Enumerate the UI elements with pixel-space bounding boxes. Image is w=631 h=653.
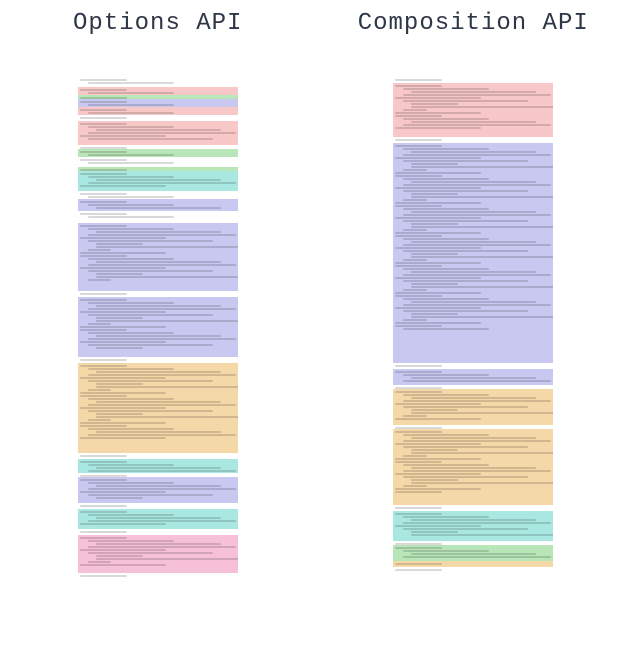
code-block <box>78 211 238 223</box>
options-api-column: Options API <box>0 10 316 643</box>
options-code-stack <box>78 77 238 577</box>
code-block <box>393 369 553 385</box>
code-block <box>78 107 238 115</box>
code-block <box>393 511 553 541</box>
code-block <box>78 573 238 577</box>
code-block <box>78 363 238 453</box>
options-title: Options API <box>73 10 242 37</box>
code-block <box>393 545 553 561</box>
code-block <box>78 459 238 473</box>
code-block <box>393 567 553 571</box>
code-block <box>78 121 238 145</box>
code-block <box>78 149 238 157</box>
code-block <box>78 477 238 503</box>
code-block <box>78 199 238 211</box>
code-block <box>78 77 238 87</box>
composition-title: Composition API <box>358 10 589 37</box>
code-block <box>78 297 238 357</box>
code-block <box>393 389 553 425</box>
code-block <box>78 157 238 167</box>
code-block <box>78 99 238 107</box>
code-block <box>78 535 238 573</box>
code-block <box>78 509 238 529</box>
code-block <box>78 191 238 199</box>
code-block <box>78 223 238 291</box>
code-block <box>78 87 238 95</box>
code-block <box>78 171 238 191</box>
code-block <box>393 83 553 137</box>
code-block <box>393 143 553 363</box>
composition-code-stack <box>393 77 553 571</box>
composition-api-column: Composition API <box>316 10 631 643</box>
code-block <box>393 429 553 505</box>
